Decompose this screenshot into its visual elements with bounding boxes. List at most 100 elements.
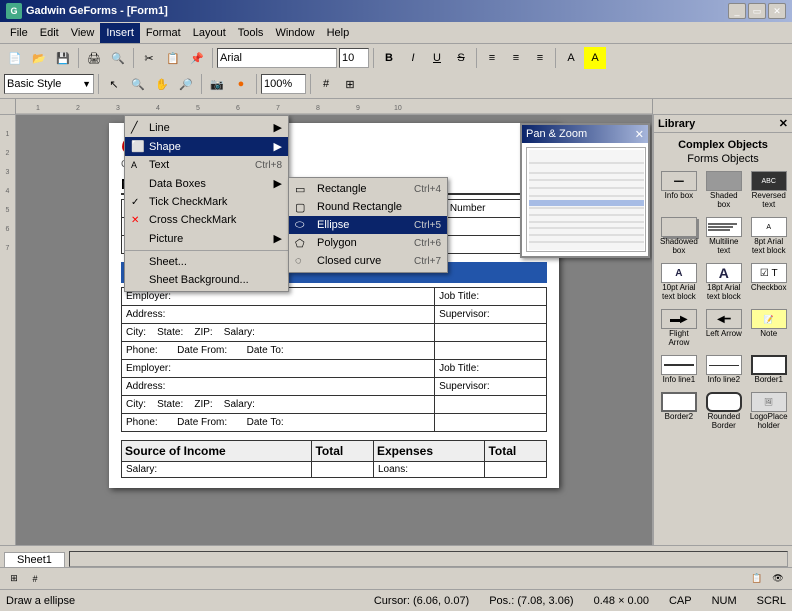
svg-text:7: 7 — [276, 105, 280, 112]
salary-row: Salary: — [122, 462, 312, 478]
shape-closed-curve[interactable]: ◌ Closed curve Ctrl+7 — [289, 252, 447, 270]
lib-logo[interactable]: 🖼 LogoPlace holder — [748, 390, 790, 432]
bgcolor-button[interactable]: A — [584, 47, 606, 69]
copy-button[interactable]: 📋 — [162, 47, 184, 69]
library-content: Complex Objects Forms Objects ━━ Info bo… — [654, 133, 792, 545]
menu-item-cross[interactable]: ✕ Cross CheckMark — [125, 211, 288, 229]
bold-button[interactable]: B — [378, 47, 400, 69]
hand-tool[interactable]: ✋ — [151, 73, 173, 95]
style-dropdown[interactable]: Basic Style ▼ — [4, 74, 94, 94]
pan-zoom-content — [522, 143, 648, 256]
canvas-area[interactable]: Comp Click here to add form title Name/A… — [16, 115, 652, 545]
grid-toggle-button[interactable]: # — [25, 570, 45, 588]
lib-shadedbox-icon — [706, 171, 742, 191]
font-name-input[interactable] — [217, 48, 337, 68]
menu-file[interactable]: File — [4, 23, 34, 43]
menu-databoxes-label: Data Boxes — [149, 178, 206, 190]
line-icon: ╱ — [131, 121, 138, 134]
menu-layout[interactable]: Layout — [187, 23, 232, 43]
library-header: Library ✕ — [654, 115, 792, 133]
camera-button[interactable]: 📷 — [206, 73, 228, 95]
lib-checkbox[interactable]: ☑ T Checkbox — [748, 261, 790, 303]
sheet-tab[interactable]: Sheet1 — [4, 552, 65, 567]
menu-window[interactable]: Window — [269, 23, 320, 43]
form-mode-button[interactable]: 📋 — [747, 570, 767, 588]
empty4-cell — [435, 414, 547, 432]
lib-text18-icon: A — [706, 263, 742, 283]
menu-item-text[interactable]: A Text Ctrl+8 — [125, 156, 288, 174]
grid-button[interactable]: # — [315, 73, 337, 95]
underline-button[interactable]: U — [426, 47, 448, 69]
lib-shadedbox[interactable]: Shaded box — [704, 169, 744, 211]
paste-button[interactable]: 📌 — [186, 47, 208, 69]
status-caps: CAP — [669, 595, 692, 607]
menu-format[interactable]: Format — [140, 23, 187, 43]
shape-rectangle[interactable]: ▭ Rectangle Ctrl+4 — [289, 180, 447, 198]
lib-line1[interactable]: Info line1 — [658, 353, 700, 386]
pan-zoom-preview[interactable] — [526, 147, 646, 252]
lib-text10[interactable]: A 10pt Arial text block — [658, 261, 700, 303]
minimize-button[interactable]: _ — [728, 3, 746, 19]
font-size-input[interactable] — [339, 48, 369, 68]
menu-item-shape[interactable]: ⬜ Shape ▶ — [125, 137, 288, 156]
preview-mode-button[interactable]: 👁 — [768, 570, 788, 588]
strikethrough-button[interactable]: S — [450, 47, 472, 69]
lib-border-round-label: Rounded Border — [706, 412, 742, 430]
pan-zoom-close[interactable]: ✕ — [635, 128, 644, 141]
italic-button[interactable]: I — [402, 47, 424, 69]
ruler-mark-7: 7 — [0, 245, 15, 252]
lib-arrow-left[interactable]: ◀━ Left Arrow — [704, 307, 744, 349]
lib-border2-icon — [661, 392, 697, 412]
menu-item-picture[interactable]: Picture ▶ — [125, 229, 288, 248]
menu-edit[interactable]: Edit — [34, 23, 65, 43]
restore-button[interactable]: ▭ — [748, 3, 766, 19]
lib-multiline[interactable]: Multiline text — [704, 215, 744, 257]
cut-button[interactable]: ✂ — [138, 47, 160, 69]
zoom-input[interactable] — [261, 74, 306, 94]
menu-item-databoxes[interactable]: Data Boxes ▶ — [125, 174, 288, 193]
lib-arrow-flight[interactable]: ▬▶ Flight Arrow — [658, 307, 700, 349]
new-button[interactable]: 📄 — [4, 47, 26, 69]
menu-item-line[interactable]: ╱ Line ▶ — [125, 118, 288, 137]
lib-border2[interactable]: Border2 — [658, 390, 700, 432]
menu-item-sheetbg[interactable]: Sheet Background... — [125, 271, 288, 289]
menu-item-tick[interactable]: ✓ Tick CheckMark — [125, 193, 288, 211]
lib-note[interactable]: 📝 Note — [748, 307, 790, 349]
menu-insert[interactable]: Insert — [100, 23, 140, 43]
align-center-button[interactable]: ≡ — [505, 47, 527, 69]
menu-item-sheet[interactable]: Sheet... — [125, 253, 288, 271]
pointer-tool[interactable]: ↖ — [103, 73, 125, 95]
shape-round-rect[interactable]: ▢ Round Rectangle — [289, 198, 447, 216]
close-button[interactable]: ✕ — [768, 3, 786, 19]
horizontal-scrollbar[interactable] — [69, 551, 788, 567]
lib-border1[interactable]: Border1 — [748, 353, 790, 386]
menu-help[interactable]: Help — [321, 23, 356, 43]
lib-border-round[interactable]: Rounded Border — [704, 390, 744, 432]
shape-polygon[interactable]: ⬠ Polygon Ctrl+6 — [289, 234, 447, 252]
snap-button[interactable]: ⊞ — [339, 73, 361, 95]
lib-line2[interactable]: Info line2 — [704, 353, 744, 386]
zoom-fit-button[interactable]: ⊞ — [4, 570, 24, 588]
align-right-button[interactable]: ≡ — [529, 47, 551, 69]
color-pick-button[interactable]: ● — [230, 73, 252, 95]
lib-infobox[interactable]: ━━ Info box — [658, 169, 700, 211]
library-close[interactable]: ✕ — [779, 117, 788, 130]
shape-ellipse[interactable]: ⬭ Ellipse Ctrl+5 — [289, 216, 447, 234]
zoom-out-button[interactable]: 🔎 — [175, 73, 197, 95]
print-preview-button[interactable]: 🔍 — [107, 47, 129, 69]
open-button[interactable]: 📂 — [28, 47, 50, 69]
zoom-in-button[interactable]: 🔍 — [127, 73, 149, 95]
lib-text18[interactable]: A 18pt Arial text block — [704, 261, 744, 303]
menu-tools[interactable]: Tools — [232, 23, 270, 43]
window-title: Gadwin GeForms - [Form1] — [26, 5, 168, 17]
menu-view[interactable]: View — [65, 23, 101, 43]
lib-shadow[interactable]: Shadowed box — [658, 215, 700, 257]
align-left-button[interactable]: ≡ — [481, 47, 503, 69]
save-button[interactable]: 💾 — [52, 47, 74, 69]
sep4 — [373, 48, 374, 68]
color-button[interactable]: A — [560, 47, 582, 69]
lib-reversed[interactable]: ABC Reversed text — [748, 169, 790, 211]
shape-rect-label: Rectangle — [317, 183, 367, 195]
lib-text8[interactable]: A 8pt Arial text block — [748, 215, 790, 257]
print-button[interactable]: 🖨 — [83, 47, 105, 69]
